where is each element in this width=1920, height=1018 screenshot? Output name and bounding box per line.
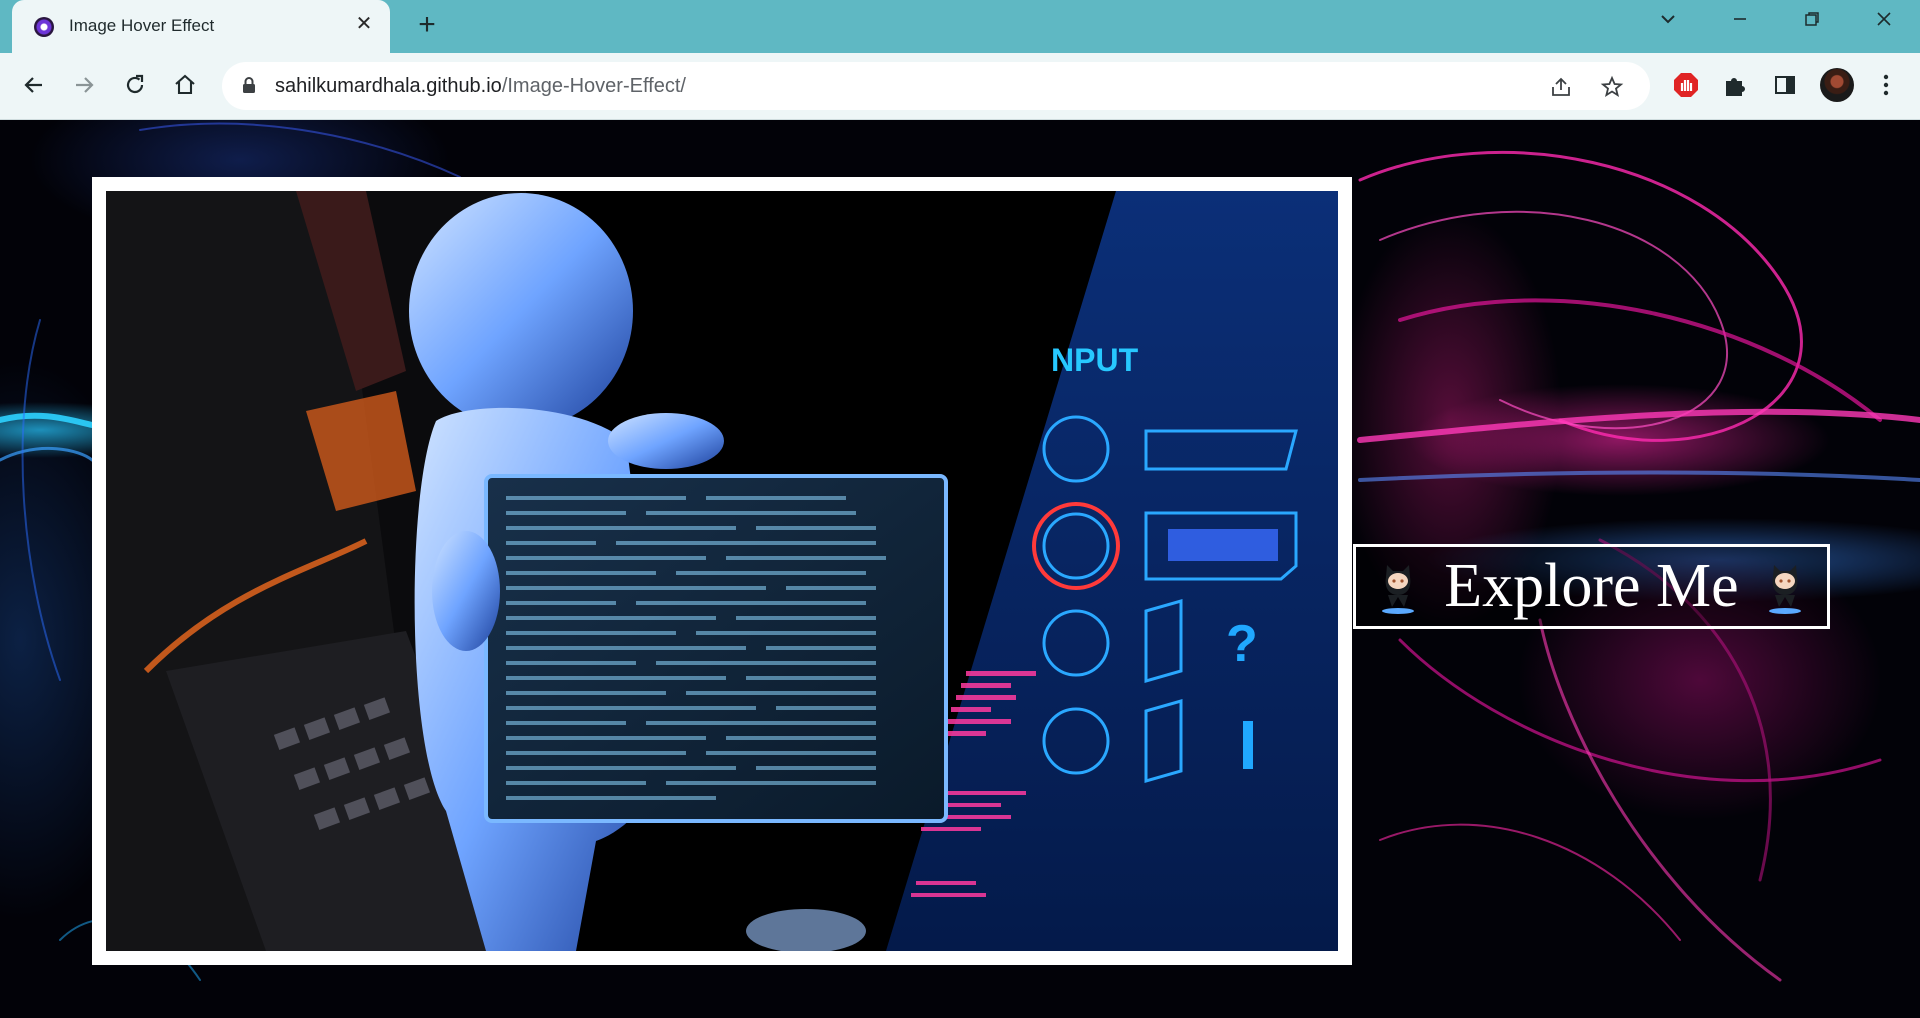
share-icon[interactable]	[1546, 72, 1576, 102]
tab-strip: Image Hover Effect ✕ +	[0, 0, 1920, 53]
hover-image-frame[interactable]: NPUT ?	[92, 177, 1352, 965]
url-text[interactable]: sahilkumardhala.github.io/Image-Hover-Ef…	[275, 75, 686, 98]
url-host: sahilkumardhala.github.io	[275, 75, 502, 97]
app-favicon-icon	[34, 17, 54, 37]
forward-button[interactable]	[64, 65, 104, 105]
side-panel-icon[interactable]	[1767, 67, 1803, 103]
url-path: /Image-Hover-Effect/	[501, 75, 686, 97]
humanoid-with-code-screen-image[interactable]: NPUT ?	[106, 191, 1338, 951]
tab-search-chevron-icon[interactable]	[1648, 8, 1688, 38]
tab-active[interactable]: Image Hover Effect ✕	[12, 0, 390, 53]
close-window-button[interactable]	[1864, 8, 1904, 38]
address-bar[interactable]: sahilkumardhala.github.io/Image-Hover-Ef…	[222, 62, 1650, 110]
svg-text:?: ?	[1226, 615, 1258, 673]
explore-me-label: Explore Me	[1444, 552, 1739, 620]
restore-button[interactable]	[1792, 8, 1832, 38]
browser-toolbar: sahilkumardhala.github.io/Image-Hover-Ef…	[0, 53, 1920, 120]
tab-title: Image Hover Effect	[69, 16, 215, 35]
adblock-icon[interactable]	[1668, 67, 1704, 103]
puzzle-extensions-icon[interactable]	[1717, 67, 1753, 103]
explore-me-button[interactable]: Explore Me	[1353, 544, 1830, 629]
profile-avatar[interactable]	[1820, 68, 1854, 102]
minimize-button[interactable]	[1720, 8, 1760, 38]
image-overlay-text: NPUT	[1051, 342, 1139, 378]
octocat-icon	[1382, 564, 1415, 614]
page-content: NPUT ? Explore Me	[0, 120, 1920, 1018]
tab-close-icon[interactable]: ✕	[352, 12, 376, 36]
back-button[interactable]	[14, 65, 54, 105]
reload-button[interactable]	[115, 65, 155, 105]
bookmark-star-icon[interactable]	[1597, 72, 1627, 102]
kebab-menu-icon[interactable]	[1868, 67, 1904, 103]
new-tab-button[interactable]: +	[412, 10, 442, 40]
lock-icon[interactable]	[242, 76, 256, 99]
home-button[interactable]	[165, 65, 205, 105]
octocat-icon	[1768, 564, 1801, 614]
